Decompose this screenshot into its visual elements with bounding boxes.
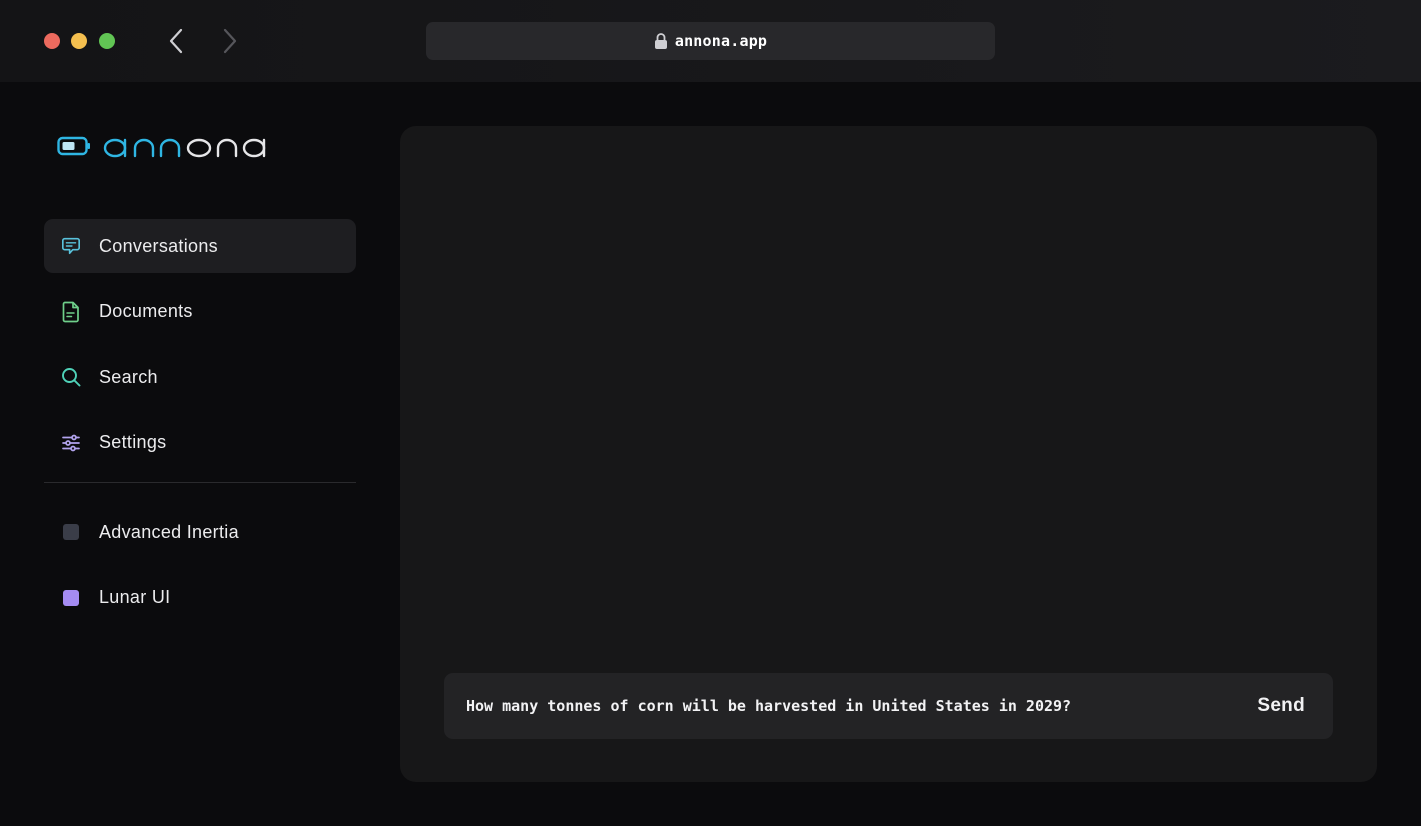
forward-button[interactable] (215, 26, 245, 56)
logo-wordmark (103, 138, 266, 158)
conversation-panel: Send (400, 126, 1377, 782)
project-label: Advanced Inertia (99, 521, 239, 542)
url-text: annona.app (674, 32, 768, 50)
message-input[interactable] (466, 697, 1258, 715)
send-button[interactable]: Send (1257, 695, 1305, 717)
chat-bubble-icon (61, 236, 81, 256)
battery-icon (57, 136, 90, 156)
sidebar-item-documents[interactable]: Documents (44, 285, 356, 339)
document-icon (61, 301, 81, 322)
sidebar-item-settings[interactable]: Settings (44, 416, 356, 470)
sidebar-item-label: Settings (99, 432, 167, 452)
search-icon (61, 367, 81, 387)
project-color-swatch (63, 524, 79, 540)
project-label: Lunar UI (99, 587, 171, 607)
project-list: Advanced Inertia Lunar UI (44, 505, 356, 636)
project-color-swatch (63, 589, 79, 606)
address-bar[interactable]: annona.app (426, 22, 995, 60)
project-item-advanced-inertia[interactable]: Advanced Inertia (44, 505, 356, 559)
sidebar-item-conversations[interactable]: Conversations (44, 219, 356, 273)
sidebar-item-label: Documents (99, 301, 193, 321)
minimize-window-button[interactable] (71, 33, 87, 49)
browser-toolbar: annona.app (0, 0, 1421, 82)
sidebar-item-label: Search (99, 366, 158, 387)
message-composer: Send (444, 673, 1333, 739)
annona-logo[interactable] (57, 130, 275, 162)
sidebar-item-label: Conversations (99, 235, 218, 256)
back-button[interactable] (161, 26, 191, 56)
chevron-left-icon (169, 28, 183, 54)
sliders-icon (61, 433, 81, 453)
sidebar-divider (44, 482, 356, 483)
chevron-right-icon (223, 28, 237, 54)
sidebar-item-search[interactable]: Search (44, 350, 356, 404)
zoom-window-button[interactable] (99, 33, 115, 49)
sidebar-nav: Conversations Documents Search Settings (44, 219, 356, 481)
project-item-lunar-ui[interactable]: Lunar UI (44, 571, 356, 625)
close-window-button[interactable] (44, 33, 60, 49)
lock-icon (654, 33, 667, 49)
